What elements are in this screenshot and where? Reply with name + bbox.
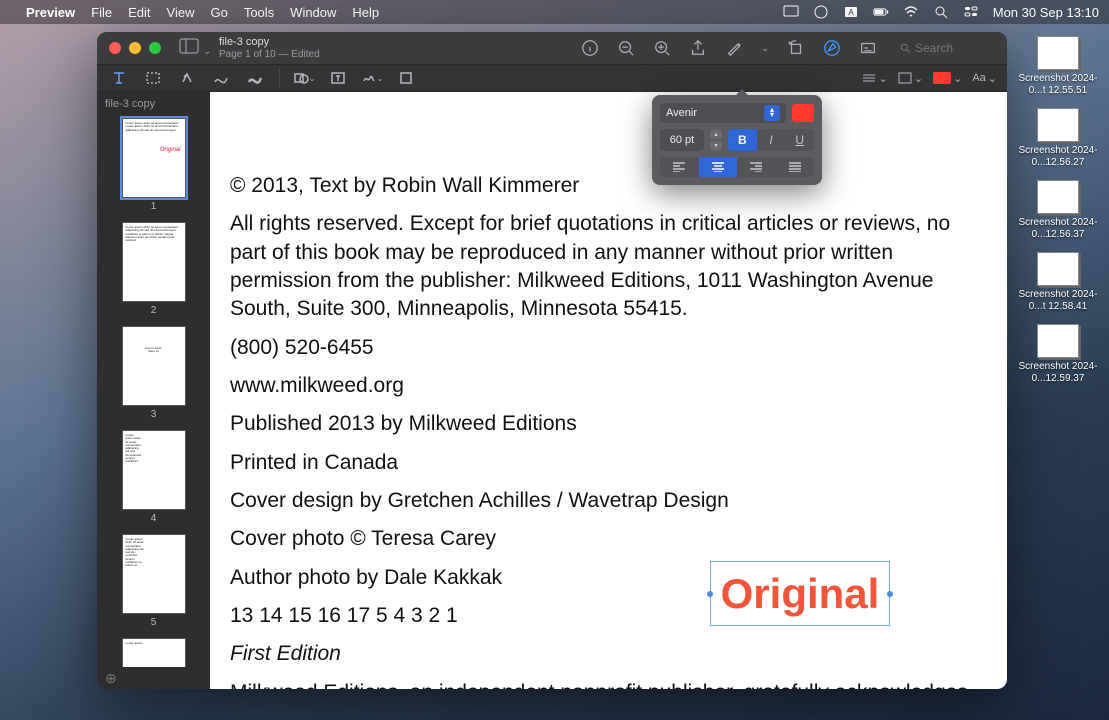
sketch-tool[interactable] (209, 67, 233, 89)
highlight-dropdown[interactable]: ⌄ (761, 43, 769, 54)
input-source-icon[interactable]: A (843, 4, 859, 20)
underline-button[interactable]: U (785, 129, 814, 151)
screen-mirroring-icon[interactable] (783, 4, 799, 20)
menu-window[interactable]: Window (290, 5, 336, 20)
display-icon[interactable] (813, 4, 829, 20)
draw-tool[interactable] (243, 67, 267, 89)
doc-text: First Edition (230, 640, 987, 668)
page-number: 5 (151, 617, 157, 628)
close-window-button[interactable] (109, 42, 121, 54)
rect-selection-tool[interactable] (141, 67, 165, 89)
resize-handle-right[interactable] (887, 591, 893, 597)
spotlight-icon[interactable] (933, 4, 949, 20)
page-number: 4 (151, 513, 157, 524)
page-thumb-1[interactable]: Lorem ipsum dolor sit amet consectetur. … (97, 118, 210, 212)
desktop-file[interactable]: Screenshot 2024-0...12.59.37 (1015, 324, 1101, 384)
font-size-input[interactable]: 60 pt (660, 129, 704, 151)
wifi-icon[interactable] (903, 4, 919, 20)
text-annotation[interactable]: Original (710, 561, 890, 626)
search-input[interactable] (915, 41, 995, 55)
menu-tools[interactable]: Tools (244, 5, 274, 20)
doc-text: Milkweed Editions, an independent nonpro… (230, 679, 987, 689)
sidebar-title: file-3 copy (97, 92, 210, 114)
zoom-in-icon[interactable] (653, 39, 671, 57)
add-page-button[interactable]: ⊕ (105, 670, 117, 687)
font-popover: Avenir ▴▾ 60 pt ▴▾ B I U (652, 95, 822, 185)
align-right-button[interactable] (737, 157, 776, 177)
control-center-icon[interactable] (963, 4, 979, 20)
align-justify-button[interactable] (776, 157, 815, 177)
svg-text:A: A (848, 8, 854, 17)
menu-edit[interactable]: Edit (128, 5, 150, 20)
italic-button[interactable]: I (757, 129, 786, 151)
desktop-file[interactable]: Screenshot 2024-0...12.56.27 (1015, 108, 1101, 168)
align-left-button[interactable] (660, 157, 699, 177)
page-thumb-2[interactable]: Lorem ipsum dolor sit amet consectetur a… (97, 222, 210, 316)
highlight-icon[interactable] (725, 39, 743, 57)
app-menu[interactable]: Preview (26, 5, 75, 20)
shapes-button[interactable]: ⌄ (292, 67, 316, 89)
font-family-select[interactable]: Avenir ▴▾ (660, 103, 786, 123)
markup-icon[interactable] (823, 39, 841, 57)
desktop-file[interactable]: Screenshot 2024-0...t 12.58.41 (1015, 252, 1101, 312)
search-icon (899, 42, 911, 54)
zoom-window-button[interactable] (149, 42, 161, 54)
resize-handle-left[interactable] (707, 591, 713, 597)
menubar-clock[interactable]: Mon 30 Sep 13:10 (993, 5, 1099, 20)
bold-button[interactable]: B (728, 129, 757, 151)
thumbnail-sidebar: file-3 copy Lorem ipsum dolor sit amet c… (97, 92, 210, 689)
page-thumb-3[interactable]: Lorem ipsumdolor sit3 (97, 326, 210, 420)
font-size-stepper[interactable]: ▴▾ (710, 129, 722, 151)
doc-text: Cover photo © Teresa Carey (230, 525, 987, 553)
zoom-out-icon[interactable] (617, 39, 635, 57)
form-icon[interactable] (859, 39, 877, 57)
annotation-content[interactable]: Original (721, 570, 880, 618)
desktop-file[interactable]: Screenshot 2024-0...12.56.37 (1015, 180, 1101, 240)
doc-text: All rights reserved. Except for brief qu… (230, 210, 987, 323)
align-center-button[interactable] (699, 157, 738, 177)
doc-text: (800) 520-6455 (230, 334, 987, 362)
rotate-icon[interactable] (787, 39, 805, 57)
page-thumb-5[interactable]: Lorem ipsumdolor sit ametconsecteturadip… (97, 534, 210, 628)
desktop-files: Screenshot 2024-0...t 12.55.51 Screensho… (1015, 36, 1101, 384)
menu-view[interactable]: View (167, 5, 195, 20)
menu-file[interactable]: File (91, 5, 112, 20)
text-box-button[interactable] (326, 67, 350, 89)
markup-toolbar: ⌄ ⌄ ⌄ ⌄ ⌄ Aa ⌄ (97, 64, 1007, 92)
document-viewport[interactable]: © 2013, Text by Robin Wall Kimmerer All … (210, 92, 1007, 689)
page-thumb-6[interactable]: Lorem ipsum (97, 638, 210, 667)
battery-icon[interactable] (873, 4, 889, 20)
desktop-file[interactable]: Screenshot 2024-0...t 12.55.51 (1015, 36, 1101, 96)
minimize-window-button[interactable] (129, 42, 141, 54)
text-selection-tool[interactable] (107, 67, 131, 89)
preview-window: ⌄ file-3 copy Page 1 of 10 — Edited ⌄ (97, 32, 1007, 689)
text-style-button[interactable]: Aa ⌄ (972, 72, 997, 85)
doc-text: Cover design by Gretchen Achilles / Wave… (230, 487, 987, 515)
titlebar: ⌄ file-3 copy Page 1 of 10 — Edited ⌄ (97, 32, 1007, 64)
page-number: 1 (151, 201, 157, 212)
sidebar-toggle-button[interactable]: ⌄ (179, 38, 211, 59)
menu-go[interactable]: Go (210, 5, 227, 20)
chevron-updown-icon: ▴▾ (764, 105, 780, 121)
text-color-swatch[interactable] (792, 104, 814, 122)
doc-text: © 2013, Text by Robin Wall Kimmerer (230, 172, 987, 200)
page-number: 2 (151, 305, 157, 316)
border-color-button[interactable]: ⌄ (898, 72, 923, 85)
doc-text: Published 2013 by Milkweed Editions (230, 410, 987, 438)
window-title: file-3 copy (219, 36, 320, 48)
instant-alpha-tool[interactable] (175, 67, 199, 89)
page-thumb-4[interactable]: Loremipsum dolorsit ametconsecteturadipi… (97, 430, 210, 524)
menubar: Preview File Edit View Go Tools Window H… (0, 0, 1109, 24)
doc-text: www.milkweed.org (230, 372, 987, 400)
sign-button[interactable]: ⌄ (360, 67, 384, 89)
share-icon[interactable] (689, 39, 707, 57)
menu-help[interactable]: Help (352, 5, 379, 20)
adjust-color-button[interactable] (394, 67, 418, 89)
window-subtitle: Page 1 of 10 — Edited (219, 49, 320, 60)
doc-text: Printed in Canada (230, 449, 987, 477)
line-weight-button[interactable]: ⌄ (861, 72, 888, 85)
page-number: 3 (151, 409, 157, 420)
fill-color-button[interactable]: ⌄ (933, 72, 962, 85)
info-icon[interactable] (581, 39, 599, 57)
